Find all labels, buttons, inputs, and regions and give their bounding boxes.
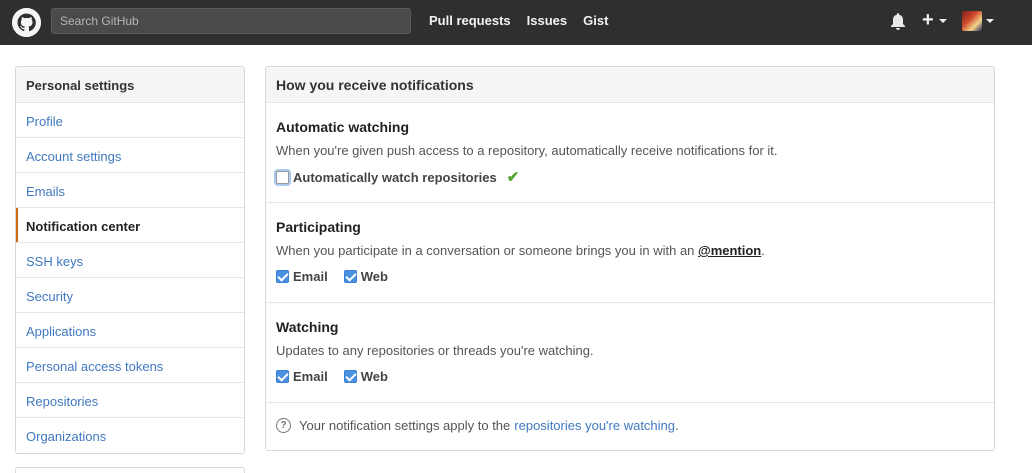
participating-email-checkbox[interactable] (276, 270, 289, 283)
sidebar-item-notification-center[interactable]: Notification center (16, 208, 244, 243)
nav-pull-requests[interactable]: Pull requests (429, 13, 511, 28)
section-description: When you participate in a conversation o… (276, 243, 984, 258)
footer-text: Your notification settings apply to the (299, 418, 511, 433)
participating-email-label[interactable]: Email (293, 269, 328, 284)
section-description: Updates to any repositories or threads y… (276, 343, 594, 358)
panel-title: How you receive notifications (266, 67, 994, 103)
sidebar-item-security[interactable]: Security (16, 278, 244, 313)
sidebar-item-organizations[interactable]: Organizations (16, 418, 244, 453)
description-end: . (761, 243, 765, 258)
question-icon: ? (276, 418, 291, 433)
nav-gist[interactable]: Gist (583, 13, 608, 28)
settings-sidebar: Personal settings Profile Account settin… (15, 66, 245, 454)
panel-footer: ? Your notification settings apply to th… (266, 403, 994, 448)
chevron-down-icon[interactable] (939, 19, 947, 23)
section-description: When you're given push access to a repos… (276, 143, 778, 158)
bell-icon[interactable] (890, 12, 906, 30)
sidebar-title: Personal settings (16, 67, 244, 103)
watching-web-label[interactable]: Web (361, 369, 388, 384)
section-title: Automatic watching (276, 119, 410, 135)
search-input[interactable]: Search GitHub (51, 8, 411, 34)
plus-icon[interactable]: + (922, 10, 934, 30)
section-title: Participating (276, 219, 361, 235)
sidebar-item-applications[interactable]: Applications (16, 313, 244, 348)
sidebar-item-profile[interactable]: Profile (16, 103, 244, 138)
header-nav: Pull requests Issues Gist (429, 13, 608, 28)
notifications-panel: How you receive notifications Automatic … (265, 66, 995, 451)
watching-email-checkbox[interactable] (276, 370, 289, 383)
sidebar-item-account-settings[interactable]: Account settings (16, 138, 244, 173)
sidebar-secondary-box (15, 467, 245, 473)
footer-period: . (675, 418, 679, 433)
watching-web-checkbox[interactable] (343, 370, 357, 383)
watching-email-label[interactable]: Email (293, 369, 328, 384)
auto-watch-checkbox[interactable] (276, 170, 289, 184)
description-text: When you participate in a conversation o… (276, 243, 699, 258)
section-watching: Watching Updates to any repositories or … (266, 303, 994, 403)
section-participating: Participating When you participate in a … (266, 203, 994, 303)
avatar[interactable] (962, 11, 982, 31)
section-title: Watching (276, 319, 339, 335)
sidebar-item-emails[interactable]: Emails (16, 173, 244, 208)
chevron-down-icon[interactable] (986, 19, 994, 23)
sidebar-item-personal-access-tokens[interactable]: Personal access tokens (16, 348, 244, 383)
sidebar-item-ssh-keys[interactable]: SSH keys (16, 243, 244, 278)
participating-web-checkbox[interactable] (343, 270, 357, 283)
section-automatic-watching: Automatic watching When you're given pus… (266, 103, 994, 203)
check-icon: ✔ (506, 169, 520, 186)
top-header: Search GitHub Pull requests Issues Gist … (0, 0, 1032, 45)
mention-link[interactable]: @mention (698, 243, 761, 258)
participating-web-label[interactable]: Web (361, 269, 388, 284)
repositories-watching-link[interactable]: repositories you're watching (514, 418, 675, 433)
nav-issues[interactable]: Issues (527, 13, 567, 28)
sidebar-item-repositories[interactable]: Repositories (16, 383, 244, 418)
github-logo-icon[interactable] (12, 8, 41, 37)
auto-watch-label[interactable]: Automatically watch repositories (293, 170, 497, 185)
